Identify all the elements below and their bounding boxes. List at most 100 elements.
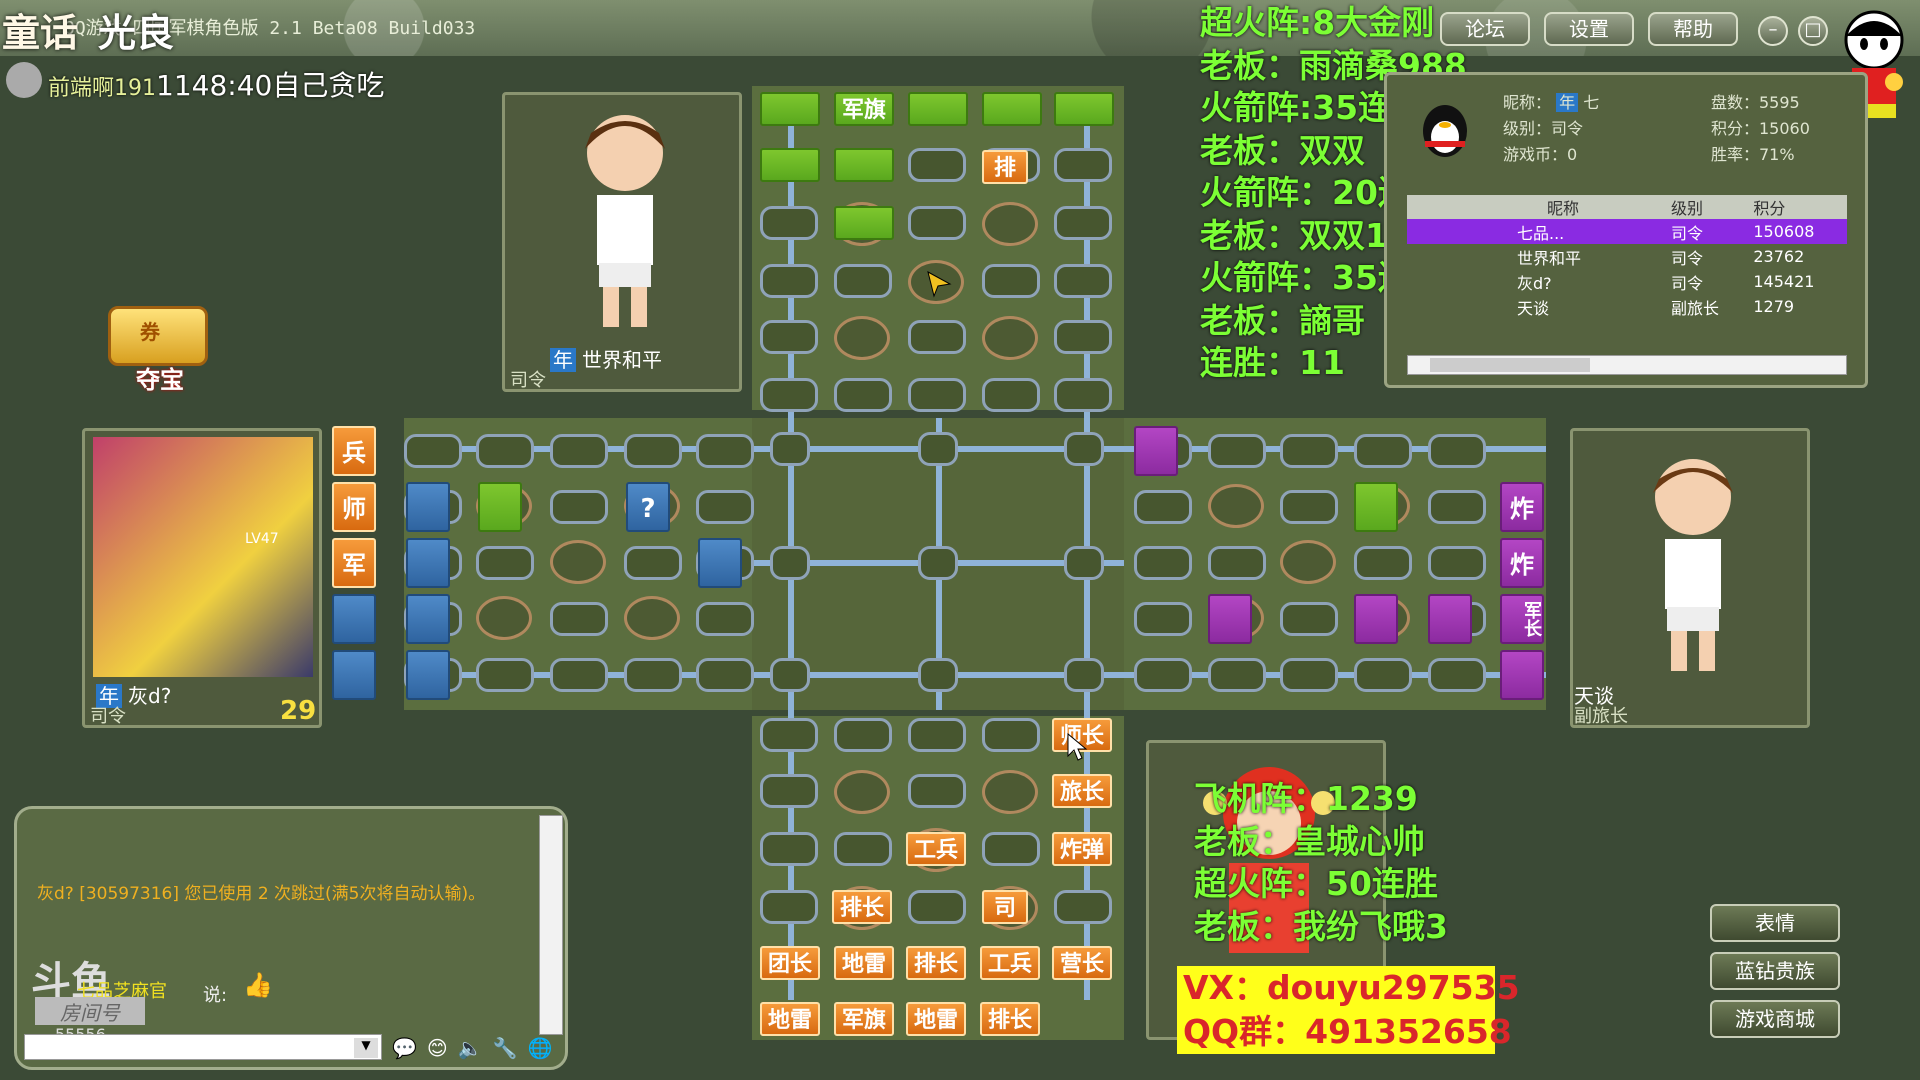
board-cell[interactable] [624, 546, 682, 580]
piece-hidden[interactable] [760, 92, 820, 126]
board-cell[interactable] [550, 658, 608, 692]
board-cell[interactable] [908, 774, 966, 808]
board-cell[interactable] [1280, 434, 1338, 468]
piece-hidden[interactable] [908, 92, 968, 126]
board-cell[interactable] [1054, 378, 1112, 412]
piece-engineer[interactable]: 工兵 [906, 832, 966, 866]
board-cell[interactable] [770, 658, 810, 692]
board-cell[interactable] [696, 602, 754, 636]
board-cell[interactable] [1054, 148, 1112, 182]
piece-hidden[interactable] [1428, 594, 1472, 644]
chevron-down-icon[interactable]: ▼ [354, 1038, 378, 1058]
board-cell[interactable] [1354, 434, 1412, 468]
board-cell[interactable] [1354, 658, 1412, 692]
piece-bomb[interactable]: 炸弹 [1052, 832, 1112, 866]
minimize-button[interactable]: – [1758, 16, 1788, 46]
piece-regiment[interactable]: 团长 [760, 946, 820, 980]
board-cell[interactable] [1064, 546, 1104, 580]
table-row[interactable]: 天谈 副旅长 1279 [1407, 294, 1847, 319]
piece-hidden[interactable] [1054, 92, 1114, 126]
board-cell[interactable] [550, 602, 608, 636]
board-cell[interactable] [1280, 658, 1338, 692]
piece-hidden[interactable] [834, 148, 894, 182]
piece-hidden[interactable] [1354, 482, 1398, 532]
board-cell[interactable] [1054, 206, 1112, 240]
piece-brigade-commander[interactable]: 旅长 [1052, 774, 1112, 808]
board-cell[interactable] [908, 148, 966, 182]
board-cell[interactable] [1208, 434, 1266, 468]
board-cell[interactable] [770, 432, 810, 466]
board-cell[interactable] [1054, 264, 1112, 298]
board-cell[interactable] [624, 434, 682, 468]
table-row[interactable]: 七品... 司令 150608 [1407, 219, 1847, 244]
piece-hidden[interactable] [1134, 426, 1178, 476]
board-cell[interactable] [982, 832, 1040, 866]
board-cell[interactable] [624, 658, 682, 692]
board-cell[interactable] [760, 206, 818, 240]
board-cell[interactable] [834, 264, 892, 298]
piece-platoon[interactable]: 排长 [980, 1002, 1040, 1036]
piece-army[interactable]: 军 [332, 538, 376, 588]
piece-hidden[interactable] [1354, 594, 1398, 644]
piece-landmine[interactable]: 地雷 [834, 946, 894, 980]
restore-button[interactable]: □ [1798, 16, 1828, 46]
board-cell[interactable] [1064, 658, 1104, 692]
piece-hidden[interactable] [834, 206, 894, 240]
board-cell[interactable] [1064, 432, 1104, 466]
board-cell[interactable] [1134, 490, 1192, 524]
board-cell[interactable] [918, 432, 958, 466]
board-cell[interactable] [550, 434, 608, 468]
piece-hidden[interactable] [478, 482, 522, 532]
board-cell[interactable] [918, 546, 958, 580]
board-cell[interactable] [760, 832, 818, 866]
piece-platoon[interactable]: 排 [982, 150, 1028, 184]
board-cell[interactable] [760, 774, 818, 808]
board-cell[interactable] [1428, 434, 1486, 468]
table-hscrollbar[interactable] [1407, 355, 1847, 375]
chat-input[interactable] [24, 1034, 382, 1060]
board-cell[interactable] [1134, 658, 1192, 692]
board-cell[interactable] [908, 206, 966, 240]
piece-engineer[interactable]: 工兵 [980, 946, 1040, 980]
board-cell[interactable] [550, 490, 608, 524]
piece-unknown[interactable]: ? [626, 482, 670, 532]
board-cell[interactable] [1428, 490, 1486, 524]
board-cell[interactable] [1134, 546, 1192, 580]
camp-cell[interactable] [982, 316, 1038, 360]
piece-hidden[interactable] [982, 92, 1042, 126]
piece-bomb[interactable]: 炸 [1500, 482, 1544, 532]
game-shop-button[interactable]: 游戏商城 [1710, 1000, 1840, 1038]
board-cell[interactable] [908, 320, 966, 354]
chat-scrollbar[interactable] [539, 815, 563, 1035]
board-cell[interactable] [760, 890, 818, 924]
board-cell[interactable] [918, 658, 958, 692]
piece-hidden[interactable] [332, 594, 376, 644]
piece-general[interactable]: 军长 [1500, 594, 1544, 644]
emote-button[interactable]: 表情 [1710, 904, 1840, 942]
board-cell[interactable] [696, 490, 754, 524]
piece-platoon[interactable]: 排长 [906, 946, 966, 980]
board-cell[interactable] [696, 658, 754, 692]
board-cell[interactable] [760, 378, 818, 412]
board-cell[interactable] [834, 832, 892, 866]
piece-landmine[interactable]: 地雷 [760, 1002, 820, 1036]
board-cell[interactable] [1280, 490, 1338, 524]
piece-soldier[interactable]: 兵 [332, 426, 376, 476]
board-cell[interactable] [476, 434, 534, 468]
piece-hidden[interactable] [760, 148, 820, 182]
treasure-chest-icon[interactable]: 券 夺宝 [96, 296, 228, 394]
board-cell[interactable] [982, 264, 1040, 298]
camp-cell[interactable] [982, 202, 1038, 246]
board-cell[interactable] [1054, 320, 1112, 354]
table-row[interactable]: 世界和平 司令 23762 [1407, 244, 1847, 269]
piece-flag[interactable]: 军旗 [834, 1002, 894, 1036]
board-cell[interactable] [404, 434, 462, 468]
piece-hidden[interactable] [698, 538, 742, 588]
camp-cell[interactable] [1208, 484, 1264, 528]
board-cell[interactable] [1208, 546, 1266, 580]
board-cell[interactable] [908, 890, 966, 924]
camp-cell[interactable] [1280, 540, 1336, 584]
board-cell[interactable] [476, 658, 534, 692]
piece-flag[interactable]: 军旗 [834, 92, 894, 126]
board-cell[interactable] [908, 718, 966, 752]
